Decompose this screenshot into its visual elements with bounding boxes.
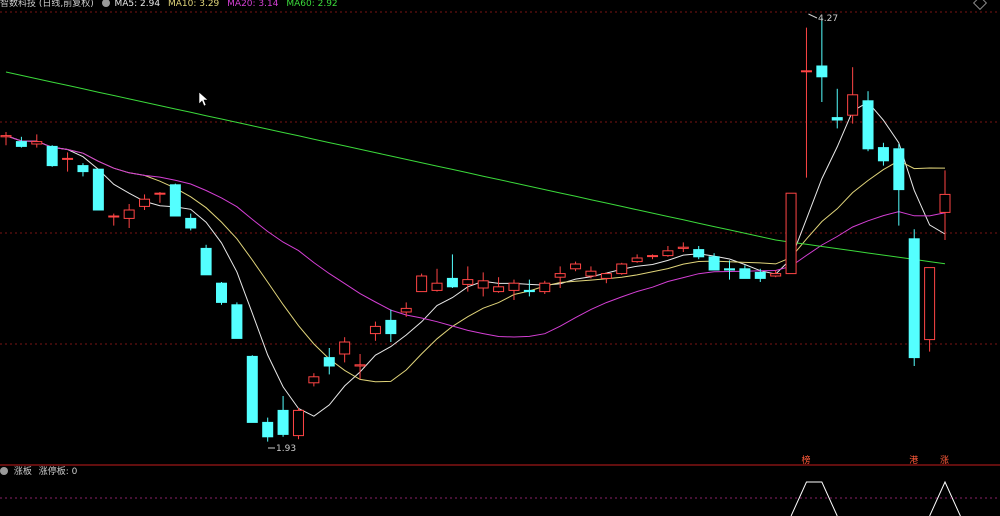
moving-average-lines [5, 71, 946, 417]
candle-41 [631, 254, 643, 263]
candle-47 [723, 260, 735, 280]
indicator-settings-icon[interactable] [0, 467, 8, 475]
ma20-line [5, 135, 946, 338]
candle-43 [662, 246, 674, 257]
candle-42 [647, 254, 659, 260]
indicator-panel: 榜港涨 [0, 454, 1000, 516]
candle-52 [800, 27, 812, 178]
candle-11 [169, 183, 181, 217]
candle-4 [62, 152, 74, 172]
candle-21 [323, 348, 335, 375]
candle-33 [508, 279, 520, 300]
candle-6 [92, 168, 104, 211]
candle-44 [677, 242, 689, 252]
high-label-pointer [808, 13, 818, 19]
candle-26 [400, 302, 412, 317]
candle-15 [231, 302, 243, 339]
candle-5 [77, 163, 89, 177]
candle-34 [523, 279, 535, 297]
candle-20 [308, 373, 320, 387]
candle-60 [924, 267, 936, 352]
ma60-line [5, 71, 946, 265]
indicator-name: 涨板 [13, 467, 32, 477]
candle-0 [0, 132, 12, 146]
candle-36 [554, 266, 566, 288]
candle-22 [339, 337, 351, 363]
candle-19 [292, 408, 304, 440]
candle-61 [939, 170, 951, 240]
ma10-line [5, 135, 946, 383]
candle-51 [785, 192, 797, 275]
candle-27 [416, 273, 428, 293]
candle-12 [185, 213, 197, 231]
candle-35 [539, 280, 551, 294]
candle-17 [262, 417, 274, 442]
candle-28 [431, 268, 443, 292]
candle-7 [108, 213, 120, 226]
candle-58 [893, 144, 905, 226]
candle-14 [216, 282, 228, 305]
candle-57 [877, 142, 889, 166]
low-price-label: 1.93 [276, 444, 296, 454]
candle-29 [446, 254, 458, 288]
candle-59 [908, 229, 920, 366]
candles [0, 18, 951, 442]
candle-32 [493, 277, 505, 293]
candle-39 [600, 272, 612, 284]
candle-40 [616, 262, 628, 275]
candle-38 [585, 266, 597, 279]
candle-45 [693, 246, 705, 260]
candle-24 [369, 321, 381, 341]
candle-55 [847, 67, 859, 124]
candle-9 [139, 194, 151, 210]
event-tag-2: 涨 [940, 455, 949, 466]
grid-lines [0, 11, 1000, 466]
indicator-header: 涨板 涨停板: 0 [0, 465, 77, 479]
candle-13 [200, 244, 212, 276]
candle-53 [816, 18, 828, 102]
candle-56 [862, 91, 874, 152]
event-tag-1: 港 [909, 454, 918, 466]
candle-31 [477, 272, 489, 297]
candle-8 [123, 204, 135, 228]
indicator-peak-0 [790, 481, 838, 516]
ma5-line [5, 101, 946, 417]
candle-25 [385, 309, 397, 342]
candle-1 [15, 136, 27, 148]
high-price-label: 4.27 [818, 14, 838, 24]
event-tag-0: 榜 [801, 454, 810, 466]
indicator-value: 涨停板: 0 [38, 467, 78, 477]
price-annotations: 4.27 1.93 [268, 13, 838, 454]
candle-3 [46, 145, 58, 167]
candle-18 [277, 396, 289, 437]
candle-16 [246, 355, 258, 423]
indicator-peak-1 [929, 480, 961, 516]
candle-48 [739, 265, 751, 279]
candle-30 [462, 266, 474, 292]
mouse-cursor-icon [198, 91, 209, 107]
candlestick-chart: 4.27 1.93 榜 港 涨 [0, 11, 1000, 516]
candle-10 [154, 192, 166, 203]
candle-37 [570, 261, 582, 272]
